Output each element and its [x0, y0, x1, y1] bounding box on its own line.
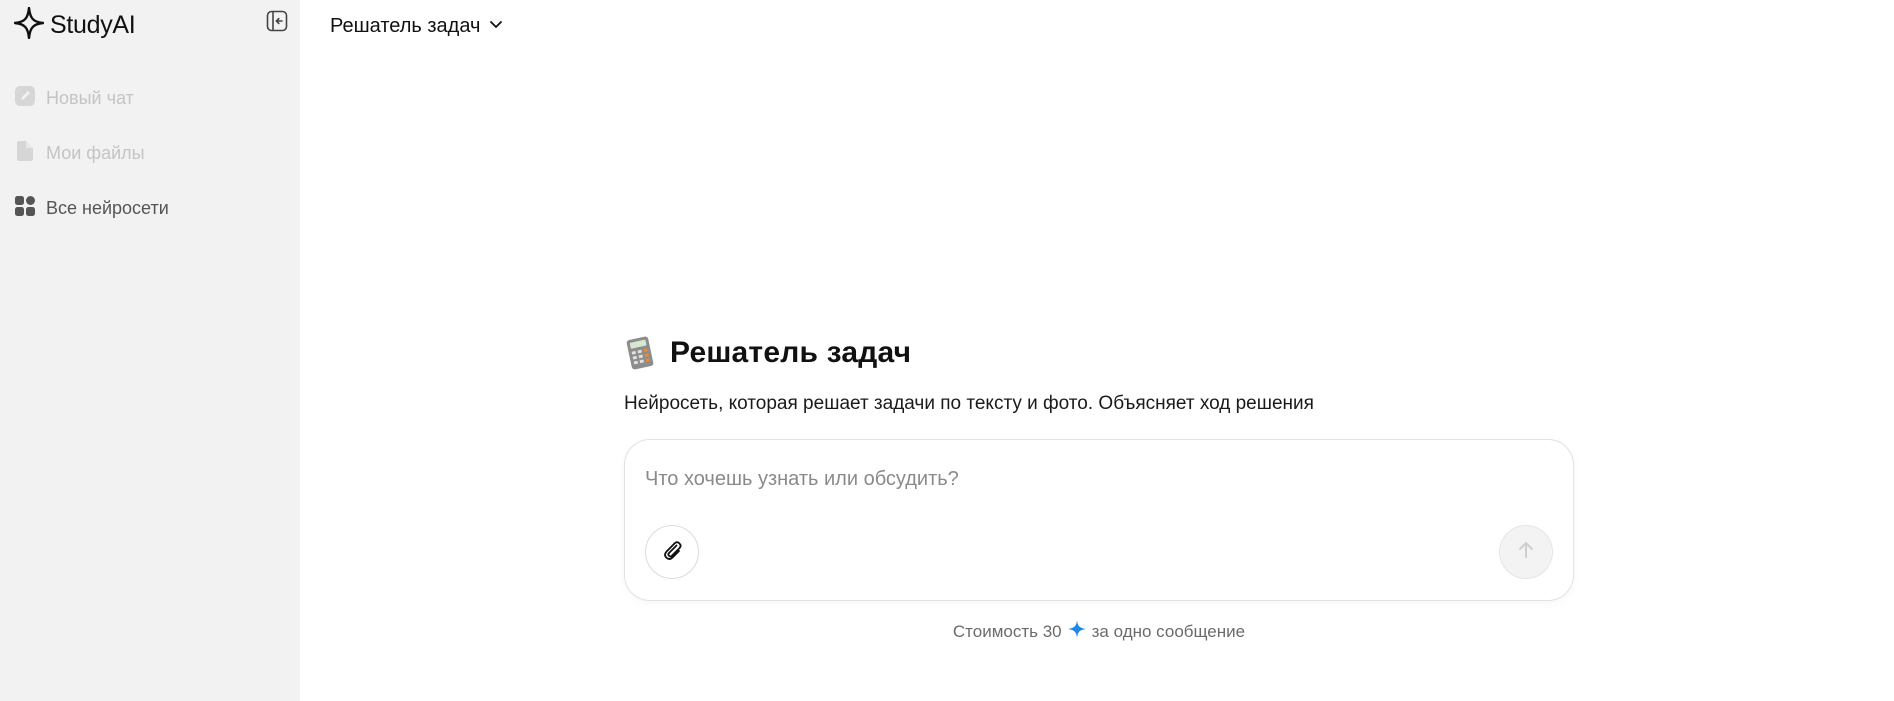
chat-composer [624, 439, 1574, 601]
cost-suffix: за одно сообщение [1091, 621, 1246, 641]
chat-input[interactable] [645, 464, 1545, 494]
hero-title: Решатель задач [670, 336, 912, 369]
sidebar-item-label: Все нейросети [46, 197, 169, 218]
cost-prefix: Стоимость 30 [952, 621, 1062, 641]
paperclip-icon [660, 538, 684, 567]
edit-icon [14, 85, 36, 112]
app-name: StudyAI [50, 10, 136, 39]
hero: Решатель задач Нейросеть, которая решает… [624, 331, 1574, 415]
file-icon [14, 140, 36, 167]
model-selector-label: Решатель задач [330, 14, 481, 37]
app-logo[interactable]: StudyAI [13, 6, 136, 44]
chevron-down-icon [488, 15, 504, 38]
attach-button[interactable] [645, 525, 699, 579]
sparkle-icon [1067, 620, 1086, 643]
sidebar-item-new-chat[interactable]: Новый чат [14, 82, 169, 114]
grid-icon [14, 195, 36, 222]
model-selector-dropdown[interactable]: Решатель задач [330, 12, 504, 40]
sidebar: StudyAI Новый чат Мои файлы Все нейросет… [0, 0, 300, 701]
calculator-icon [624, 336, 656, 370]
sidebar-item-my-files[interactable]: Мои файлы [14, 137, 169, 169]
hero-title-row: Решатель задач [624, 331, 1574, 375]
cost-note: Стоимость 30 за одно сообщение [624, 620, 1574, 643]
sparkle-logo-icon [13, 6, 45, 44]
sidebar-item-label: Мои файлы [46, 142, 145, 163]
sidebar-collapse-icon [266, 10, 288, 37]
sidebar-nav: Новый чат Мои файлы Все нейросети [14, 82, 169, 247]
collapse-sidebar-button[interactable] [265, 10, 289, 37]
hero-description: Нейросеть, которая решает задачи по текс… [624, 393, 1314, 414]
arrow-up-icon [1515, 539, 1537, 566]
send-button[interactable] [1499, 525, 1553, 579]
sidebar-item-label: Новый чат [46, 87, 134, 108]
sidebar-item-all-networks[interactable]: Все нейросети [14, 192, 169, 224]
